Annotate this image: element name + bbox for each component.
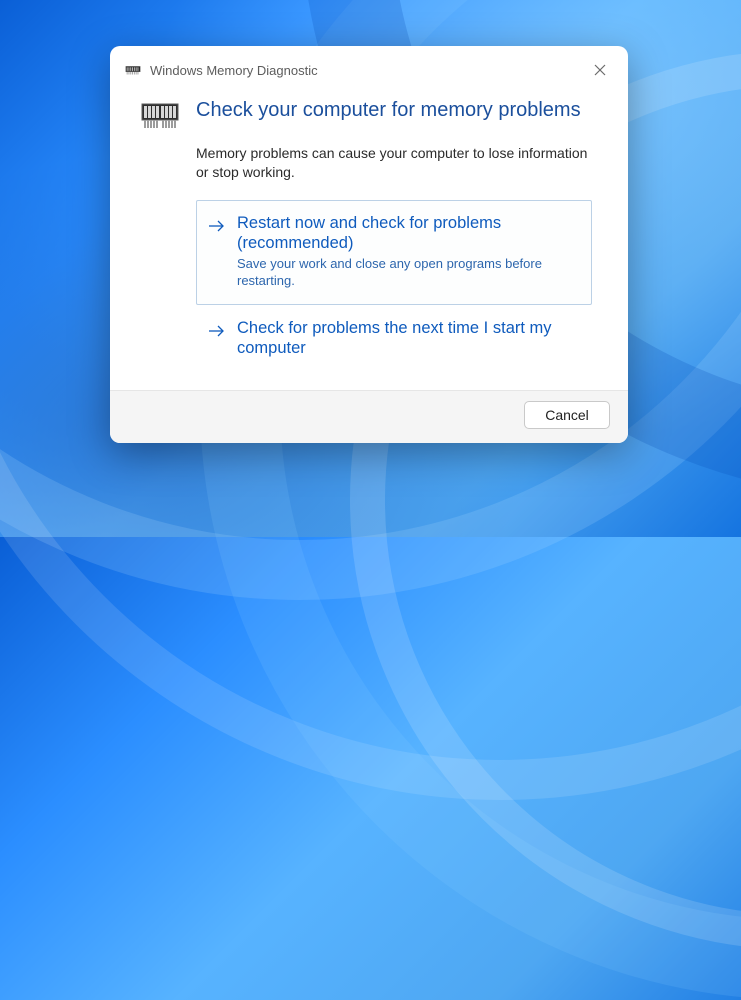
dialog-heading: Check your computer for memory problems bbox=[196, 98, 581, 123]
window-title: Windows Memory Diagnostic bbox=[150, 63, 318, 78]
arrow-right-icon bbox=[207, 213, 227, 235]
dialog-subtext: Memory problems can cause your computer … bbox=[196, 144, 598, 182]
option-restart-now[interactable]: Restart now and check for problems (reco… bbox=[196, 200, 592, 305]
close-button[interactable] bbox=[586, 56, 614, 84]
option-title: Check for problems the next time I start… bbox=[237, 318, 581, 359]
dialog-footer: Cancel bbox=[110, 390, 628, 443]
cancel-button[interactable]: Cancel bbox=[524, 401, 610, 429]
option-check-next-start[interactable]: Check for problems the next time I start… bbox=[196, 305, 592, 376]
titlebar: Windows Memory Diagnostic bbox=[110, 46, 628, 88]
option-description: Save your work and close any open progra… bbox=[237, 256, 581, 290]
memory-chip-large-icon bbox=[140, 98, 180, 134]
memory-diagnostic-dialog: Windows Memory Diagnostic bbox=[110, 46, 628, 443]
option-title: Restart now and check for problems (reco… bbox=[237, 213, 581, 254]
arrow-right-icon bbox=[207, 318, 227, 340]
memory-chip-icon bbox=[124, 62, 142, 78]
